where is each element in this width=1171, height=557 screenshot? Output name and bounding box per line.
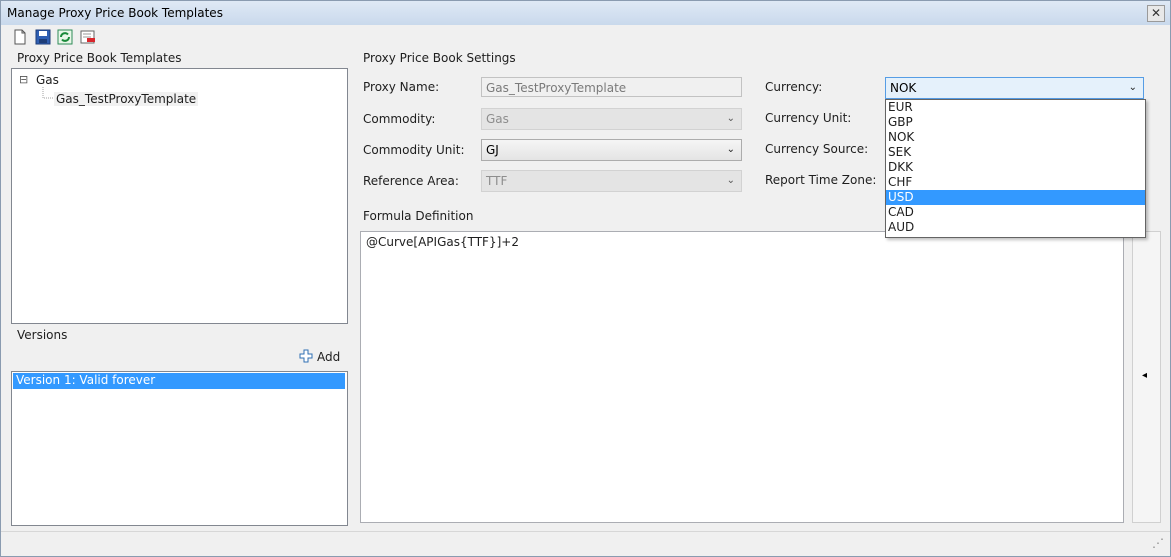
- report-time-zone-label: Report Time Zone:: [765, 173, 877, 187]
- formula-editor[interactable]: @Curve[APIGas{TTF}]+2: [360, 231, 1124, 523]
- currency-option-dkk[interactable]: DKK: [886, 160, 1145, 175]
- currency-label: Currency:: [765, 80, 823, 94]
- reference-area-value: TTF: [486, 174, 508, 188]
- delete-icon[interactable]: [80, 29, 96, 45]
- title-bar: Manage Proxy Price Book Templates ✕: [1, 1, 1170, 25]
- chevron-down-icon: ⌄: [726, 175, 735, 186]
- chevron-down-icon: ⌄: [726, 113, 735, 124]
- currency-option-sek[interactable]: SEK: [886, 145, 1145, 160]
- tree-collapse-toggle[interactable]: ⊟: [19, 73, 28, 86]
- currency-option-gbp[interactable]: GBP: [886, 115, 1145, 130]
- settings-group-title: Proxy Price Book Settings: [361, 51, 518, 65]
- proxy-name-label: Proxy Name:: [363, 80, 440, 94]
- versions-list: Version 1: Valid forever: [11, 371, 348, 526]
- currency-option-aud[interactable]: AUD: [886, 220, 1145, 235]
- templates-group-title: Proxy Price Book Templates: [15, 51, 184, 65]
- currency-option-usd[interactable]: USD: [886, 190, 1145, 205]
- add-icon[interactable]: [299, 349, 313, 363]
- add-version-button[interactable]: Add: [317, 350, 340, 364]
- status-bar: ⋰: [1, 531, 1170, 557]
- currency-dropdown-list[interactable]: EUR GBP NOK SEK DKK CHF USD CAD AUD: [885, 99, 1146, 238]
- currency-option-nok[interactable]: NOK: [886, 130, 1145, 145]
- currency-option-chf[interactable]: CHF: [886, 175, 1145, 190]
- currency-option-eur[interactable]: EUR: [886, 100, 1145, 115]
- templates-tree[interactable]: ⊟ Gas Gas_TestProxyTemplate: [11, 68, 348, 324]
- new-document-icon[interactable]: [12, 29, 28, 45]
- currency-unit-label: Currency Unit:: [765, 111, 852, 125]
- refresh-icon[interactable]: [57, 29, 73, 45]
- commodity-unit-value: GJ: [486, 143, 499, 157]
- commodity-unit-select[interactable]: GJ ⌄: [481, 139, 742, 161]
- save-icon[interactable]: [35, 29, 51, 45]
- toolbar: [1, 25, 1170, 49]
- commodity-unit-label: Commodity Unit:: [363, 143, 465, 157]
- currency-source-label: Currency Source:: [765, 142, 869, 156]
- formula-group-title: Formula Definition: [361, 209, 476, 223]
- reference-area-label: Reference Area:: [363, 174, 459, 188]
- chevron-down-icon: ⌄: [1128, 82, 1137, 93]
- currency-option-cad[interactable]: CAD: [886, 205, 1145, 220]
- commodity-select[interactable]: Gas ⌄: [481, 108, 742, 130]
- window-title: Manage Proxy Price Book Templates: [7, 6, 223, 20]
- collapse-left-icon: ◂: [1142, 370, 1148, 381]
- proxy-name-field[interactable]: Gas_TestProxyTemplate: [481, 77, 742, 97]
- version-row[interactable]: Version 1: Valid forever: [13, 373, 345, 389]
- versions-group-title: Versions: [15, 328, 70, 342]
- currency-value: NOK: [890, 81, 917, 95]
- commodity-label: Commodity:: [363, 112, 436, 126]
- resize-grip-icon[interactable]: ⋰: [1152, 536, 1164, 550]
- currency-select[interactable]: NOK ⌄: [885, 77, 1144, 99]
- formula-text: @Curve[APIGas{TTF}]+2: [366, 235, 519, 249]
- manage-proxy-window: Manage Proxy Price Book Templates ✕ Prox…: [0, 0, 1171, 557]
- reference-area-select[interactable]: TTF ⌄: [481, 170, 742, 192]
- tree-node-template[interactable]: Gas_TestProxyTemplate: [54, 92, 199, 106]
- close-button[interactable]: ✕: [1147, 5, 1165, 22]
- commodity-value: Gas: [486, 112, 509, 126]
- tree-node-gas[interactable]: Gas: [36, 73, 59, 87]
- chevron-down-icon: ⌄: [726, 144, 735, 155]
- side-panel-toggle[interactable]: ◂: [1132, 231, 1161, 523]
